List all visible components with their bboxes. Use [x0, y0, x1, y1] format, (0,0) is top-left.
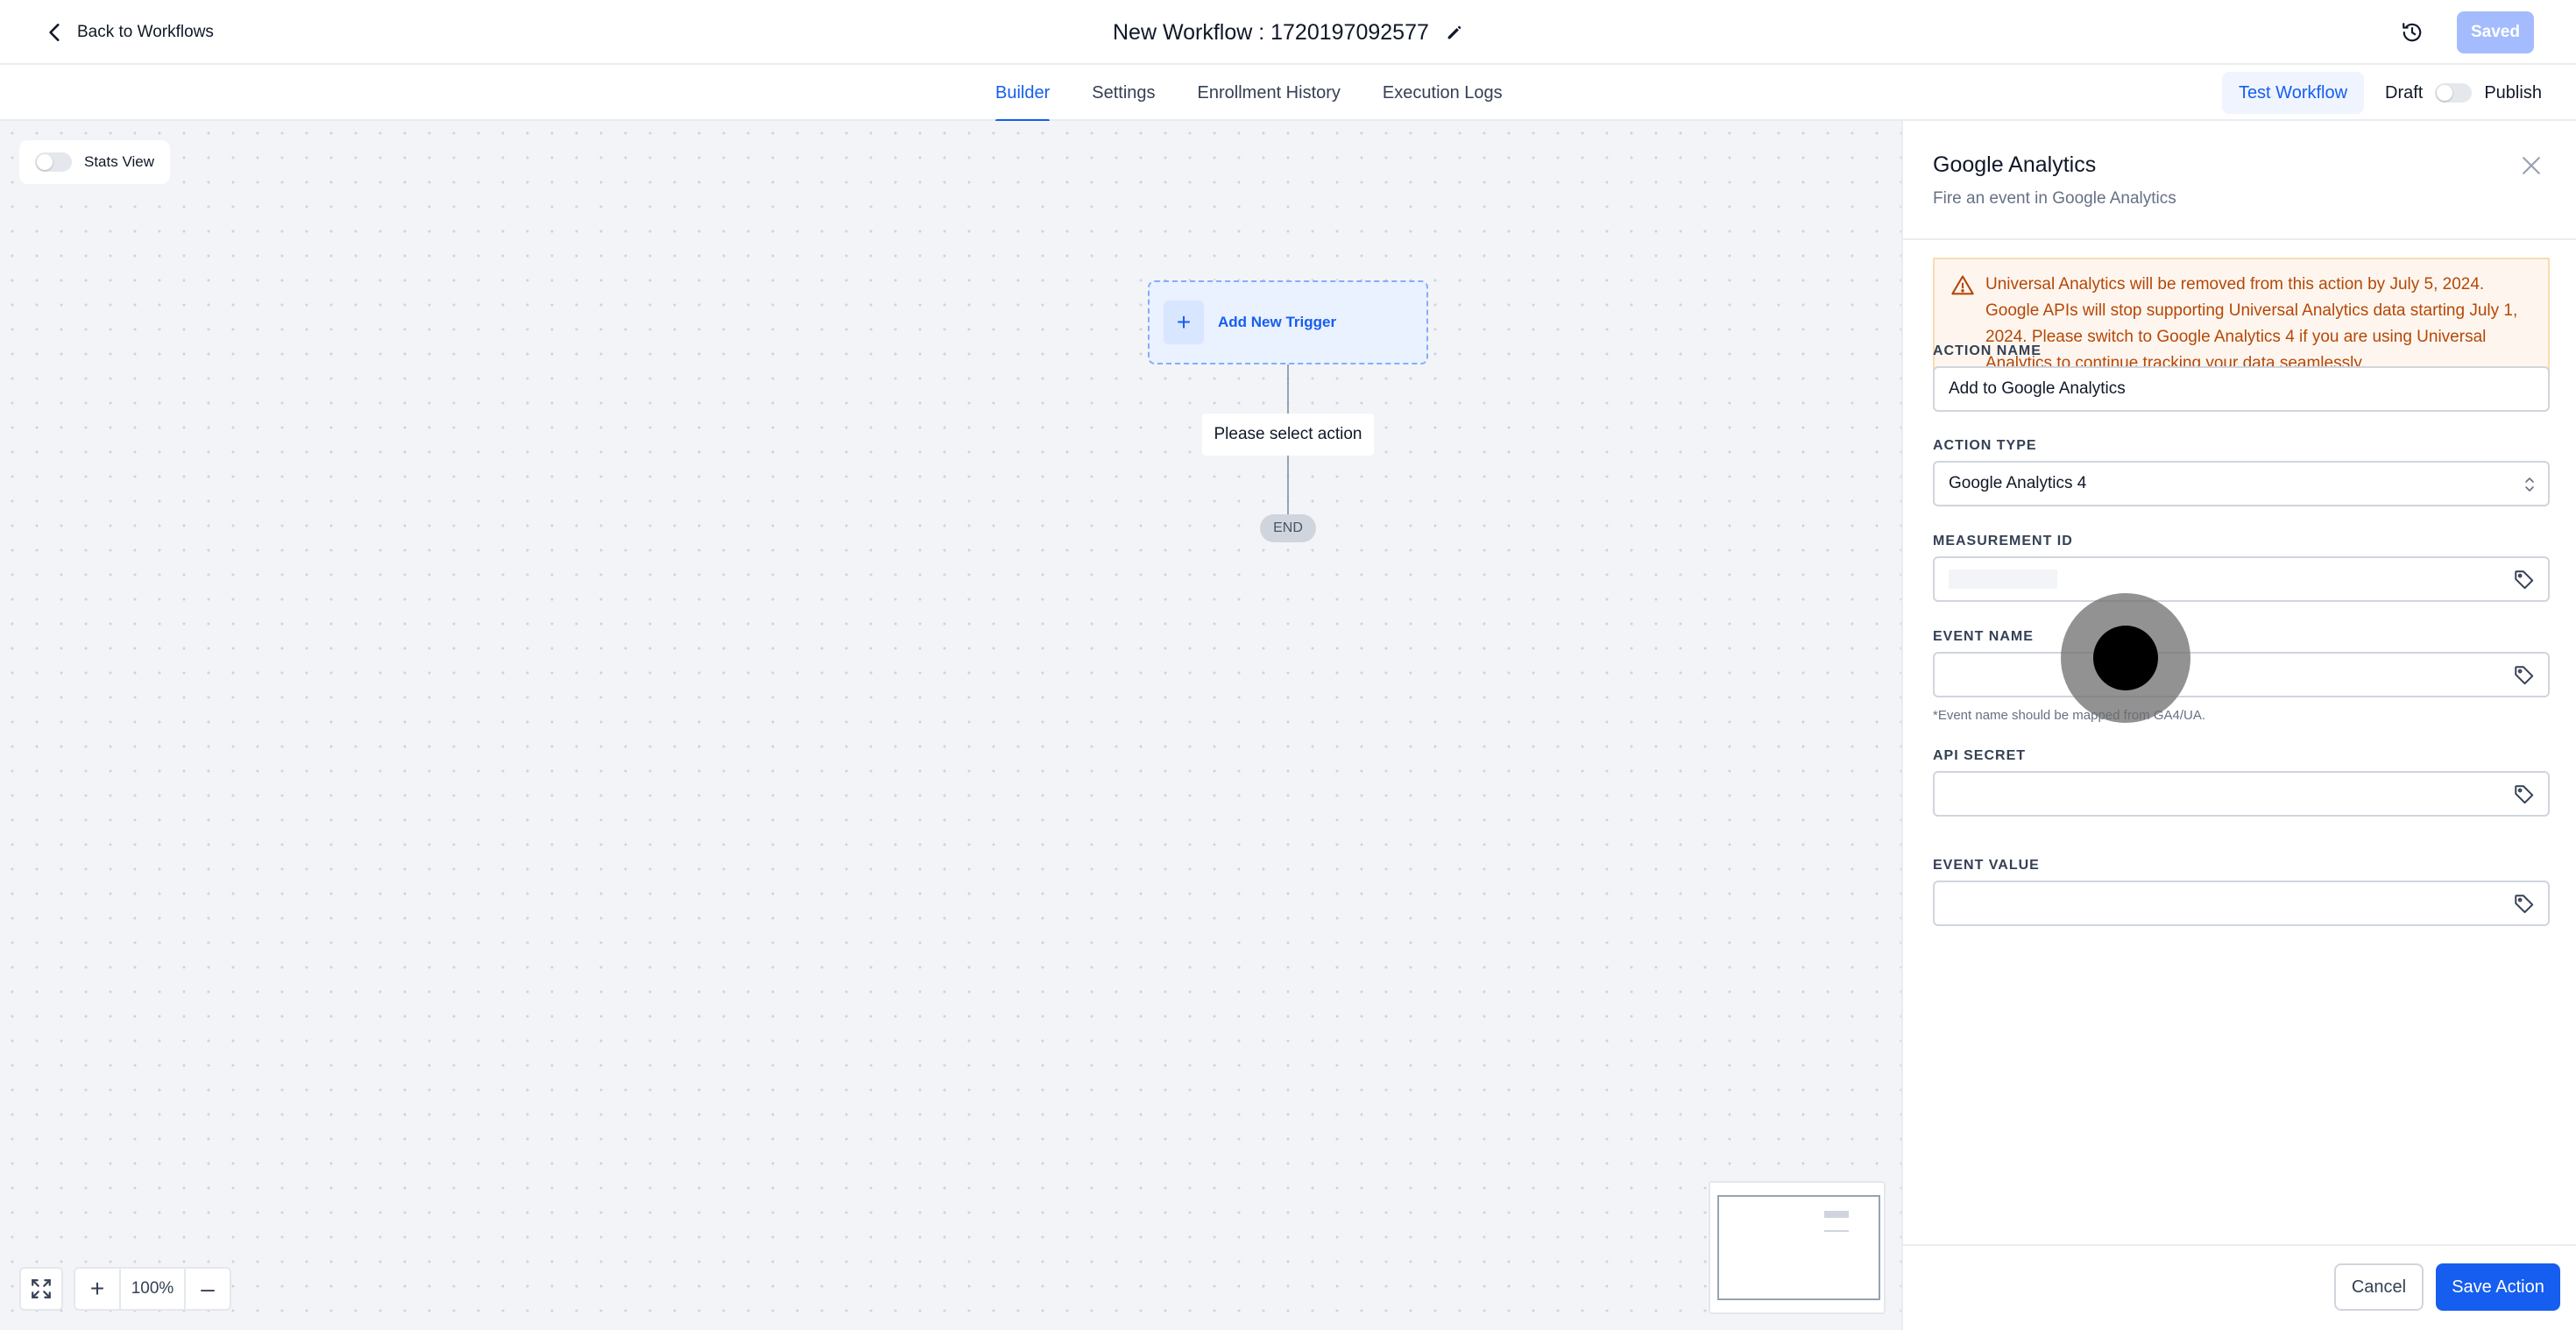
publish-toggle-group: Draft Publish	[2385, 72, 2542, 114]
event-name-label: EVENT NAME	[1933, 629, 2034, 644]
action-type-value: Google Analytics 4	[1949, 474, 2087, 492]
zoom-in-button[interactable]: +	[75, 1269, 119, 1309]
tag-icon[interactable]	[2513, 664, 2536, 687]
minimap-viewport[interactable]	[1717, 1195, 1880, 1300]
tab-execution-logs[interactable]: Execution Logs	[1383, 65, 1503, 121]
publish-toggle[interactable]	[2435, 83, 2473, 103]
stats-view-toggle[interactable]	[35, 152, 72, 172]
connector-line	[1287, 364, 1289, 414]
workflow-title-text: New Workflow : 1720197092577	[1113, 19, 1429, 45]
action-name-label: ACTION NAME	[1933, 343, 2042, 358]
tab-bar: Builder Settings Enrollment History Exec…	[0, 65, 2576, 123]
back-to-workflows-link[interactable]: Back to Workflows	[44, 18, 214, 47]
measurement-id-label: MEASUREMENT ID	[1933, 534, 2073, 548]
action-name-value: Add to Google Analytics	[1949, 379, 2126, 398]
warning-text: Universal Analytics will be removed from…	[1985, 275, 2518, 372]
tag-icon[interactable]	[2513, 893, 2536, 916]
measurement-id-placeholder	[1949, 569, 2057, 589]
back-to-workflows-label: Back to Workflows	[77, 23, 214, 41]
add-trigger-label: Add New Trigger	[1218, 314, 1337, 330]
test-workflow-button[interactable]: Test Workflow	[2222, 72, 2364, 114]
history-icon	[2403, 23, 2422, 42]
stats-view-control: Stats View	[19, 140, 171, 184]
top-bar: Back to Workflows New Workflow : 1720197…	[0, 0, 2576, 65]
action-name-input[interactable]: Add to Google Analytics	[1933, 366, 2550, 412]
workflow-canvas[interactable]: Stats View + Add New Trigger Please sele…	[0, 121, 1901, 1330]
panel-title: Google Analytics	[1933, 152, 2097, 177]
tab-settings[interactable]: Settings	[1092, 65, 1155, 121]
publish-label: Publish	[2484, 82, 2542, 103]
version-history-button[interactable]	[2397, 18, 2427, 47]
save-action-button[interactable]: Save Action	[2436, 1263, 2560, 1311]
zoom-controls: + 100% –	[74, 1267, 231, 1311]
panel-subtitle: Fire an event in Google Analytics	[1933, 189, 2176, 208]
tag-icon[interactable]	[2513, 569, 2536, 591]
saved-button[interactable]: Saved	[2457, 11, 2534, 53]
stats-view-label: Stats View	[84, 153, 155, 170]
tab-builder[interactable]: Builder	[995, 65, 1051, 123]
zoom-level: 100%	[119, 1269, 186, 1309]
minimap[interactable]	[1709, 1181, 1886, 1314]
end-node: END	[1260, 514, 1316, 542]
minimap-node	[1824, 1230, 1849, 1232]
plus-icon: +	[1164, 301, 1204, 344]
cancel-button[interactable]: Cancel	[2334, 1263, 2424, 1311]
draft-label: Draft	[2385, 82, 2424, 103]
chevron-left-icon	[49, 24, 60, 41]
api-secret-input[interactable]	[1933, 771, 2550, 817]
tag-icon[interactable]	[2513, 783, 2536, 806]
event-value-input[interactable]	[1933, 881, 2550, 926]
panel-footer: Cancel Save Action	[1903, 1244, 2576, 1330]
workflow-title: New Workflow : 1720197092577	[1113, 16, 1464, 49]
warning-triangle-icon	[1951, 275, 1974, 295]
action-type-label: ACTION TYPE	[1933, 438, 2037, 453]
fit-view-button[interactable]	[19, 1267, 63, 1311]
api-secret-label: API SECRET	[1933, 748, 2027, 763]
connector-line	[1287, 456, 1289, 514]
event-name-input[interactable]	[1933, 652, 2550, 697]
action-config-panel: Google Analytics Fire an event in Google…	[1901, 121, 2576, 1330]
minimap-node	[1824, 1211, 1849, 1218]
event-name-hint: *Event name should be mapped from GA4/UA…	[1933, 708, 2206, 723]
pencil-icon[interactable]	[1445, 23, 1464, 42]
panel-header: Google Analytics Fire an event in Google…	[1903, 121, 2576, 240]
select-chevrons-icon	[2525, 478, 2534, 492]
tab-enrollment-history[interactable]: Enrollment History	[1198, 65, 1341, 121]
measurement-id-input[interactable]	[1933, 556, 2550, 602]
event-value-label: EVENT VALUE	[1933, 858, 2040, 873]
add-trigger-card[interactable]: + Add New Trigger	[1148, 280, 1428, 364]
select-action-node[interactable]: Please select action	[1202, 414, 1374, 456]
close-icon[interactable]	[2518, 152, 2544, 179]
workflow-tabs: Builder Settings Enrollment History Exec…	[995, 65, 1503, 123]
zoom-out-button[interactable]: –	[186, 1269, 230, 1309]
action-type-select[interactable]: Google Analytics 4	[1933, 461, 2550, 506]
expand-icon	[32, 1279, 51, 1298]
